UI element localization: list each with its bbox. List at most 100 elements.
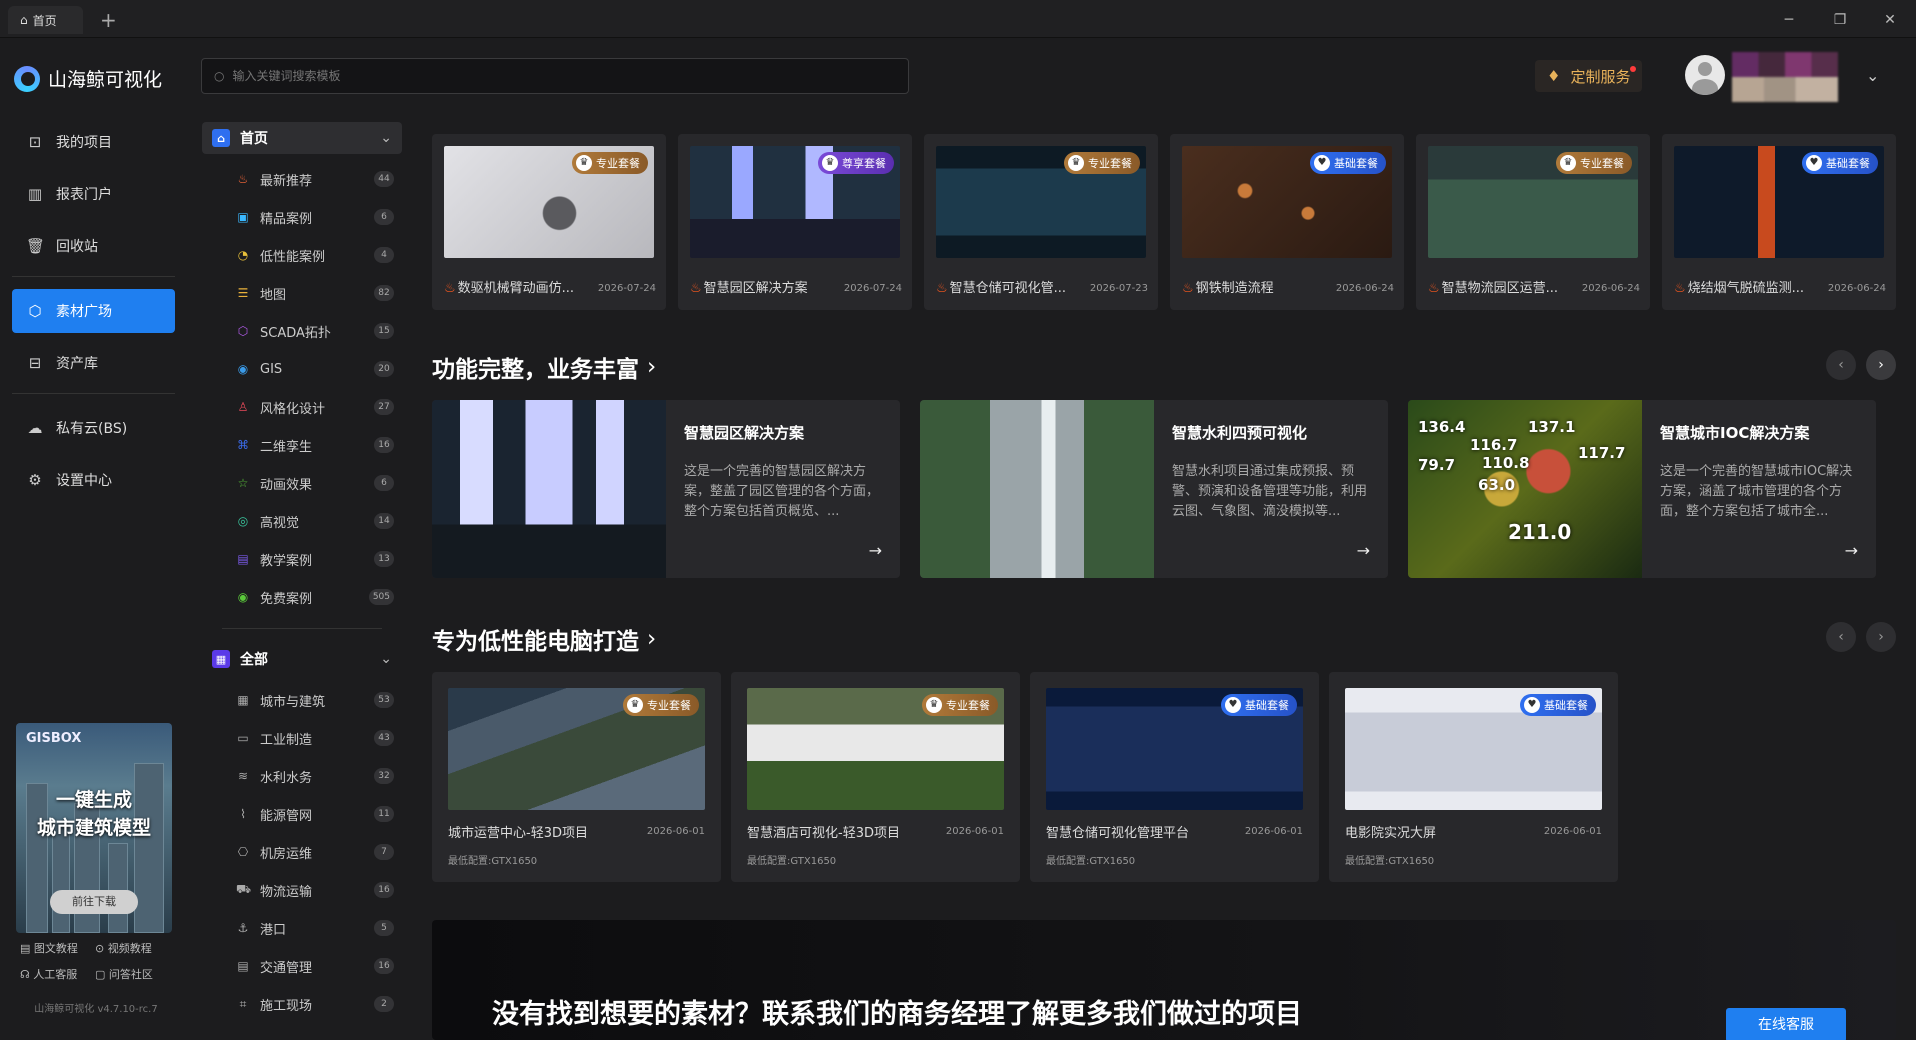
new-tab-button[interactable]: + — [100, 6, 117, 34]
low-perf-card[interactable]: ♛ 专业套餐 城市运营中心-轻3D项目 2026-06-01 最低配置:GTX1650 — [432, 672, 721, 882]
arrow-right-icon[interactable]: → — [869, 541, 882, 560]
help-community-link[interactable]: ▢ 问答社区 — [95, 966, 170, 982]
template-card[interactable]: ♛ 专业套餐 ♨ 智慧物流园区运营... 2026-06-24 — [1416, 134, 1650, 310]
avatar[interactable] — [1685, 55, 1725, 95]
nav-recycle-bin[interactable]: 🗑 回收站 — [12, 224, 175, 268]
trash-icon: 🗑 — [26, 237, 46, 255]
category-label: 最新推荐 — [260, 173, 313, 189]
ioc-value-label: 137.1 — [1528, 418, 1576, 436]
fire-icon: ♨ — [1182, 281, 1194, 296]
category-item[interactable]: ▣ 精品案例 6 — [202, 198, 402, 236]
category-home-list: ♨ 最新推荐 44 ▣ 精品案例 6 ◔ 低性能案例 4 ☰ 地图 82 ⬡ SCADA拓扑 15 ◉ GIS 2… — [202, 154, 402, 616]
template-title: ♨ 智慧物流园区运营... — [1428, 277, 1566, 296]
category-item[interactable]: ▦ 城市与建筑 53 — [202, 681, 402, 719]
category-item[interactable]: ☰ 地图 82 — [202, 274, 402, 312]
arrow-right-icon[interactable]: → — [1845, 541, 1858, 560]
nav-report-portal[interactable]: ▥ 报表门户 — [12, 172, 175, 216]
nav-asset-library[interactable]: ⊟ 资产库 — [12, 341, 175, 385]
category-item[interactable]: ⌗ 施工现场 2 — [202, 985, 402, 1023]
category-item[interactable]: ⛟ 物流运输 16 — [202, 871, 402, 909]
section-title-low-perf[interactable]: 专为低性能电脑打造 › — [432, 622, 656, 656]
search-box[interactable]: ○ — [201, 58, 909, 94]
ioc-value-label: 110.8 — [1482, 454, 1530, 472]
category-item[interactable]: ▭ 工业制造 43 — [202, 719, 402, 757]
help-support-link[interactable]: ☊ 人工客服 — [20, 966, 95, 982]
category-count: 15 — [374, 323, 394, 339]
restore-button[interactable]: ❐ — [1828, 8, 1852, 32]
low-perf-card[interactable]: ♥ 基础套餐 智慧仓储可视化管理平台 2026-06-01 最低配置:GTX1650 — [1030, 672, 1319, 882]
template-card[interactable]: ♛ 专业套餐 ♨ 数驱机械臂动画仿... 2026-07-24 — [432, 134, 666, 310]
category-icon: ⛟ — [236, 882, 252, 896]
category-item[interactable]: ▤ 教学案例 13 — [202, 540, 402, 578]
category-count: 13 — [374, 551, 394, 567]
arrow-right-icon[interactable]: → — [1357, 541, 1370, 560]
template-thumbnail: ♥ 基础套餐 — [1345, 688, 1602, 810]
category-item[interactable]: ⌇ 能源管网 11 — [202, 795, 402, 833]
category-item[interactable]: ⬡ SCADA拓扑 15 — [202, 312, 402, 350]
category-item[interactable]: ◎ 高视觉 14 — [202, 502, 402, 540]
online-service-button[interactable]: 在线客服 — [1726, 1008, 1846, 1040]
carousel-next-button[interactable]: › — [1866, 350, 1896, 380]
category-icon: ♙ — [237, 400, 249, 414]
category-count: 16 — [374, 882, 394, 898]
category-all-header[interactable]: ▦ 全部 ⌄ — [202, 643, 402, 675]
custom-service-button[interactable]: ♦ 定制服务 — [1535, 60, 1643, 92]
carousel-prev-button[interactable]: ‹ — [1826, 622, 1856, 652]
chevron-down-icon[interactable]: ⌄ — [1866, 66, 1879, 85]
template-card[interactable]: ♥ 基础套餐 ♨ 烧结烟气脱硫监测... 2026-06-24 — [1662, 134, 1896, 310]
nav-my-projects[interactable]: ⊡ 我的项目 — [12, 120, 175, 164]
tab-home[interactable]: ⌂ 首页 — [8, 6, 83, 34]
carousel-next-button[interactable]: › — [1866, 622, 1896, 652]
low-perf-card[interactable]: ♛ 专业套餐 智慧酒店可视化-轻3D项目 2026-06-01 最低配置:GTX1650 — [731, 672, 1020, 882]
help-video-link[interactable]: ⊙ 视频教程 — [95, 940, 170, 956]
plan-badge-label: 专业套餐 — [946, 699, 990, 712]
category-icon: ⚓ — [237, 921, 249, 935]
nav-label: 资产库 — [56, 356, 98, 372]
help-doc-link[interactable]: ▤ 图文教程 — [20, 940, 95, 956]
minimize-button[interactable]: ─ — [1777, 8, 1801, 32]
search-input[interactable] — [232, 69, 833, 83]
plan-badge-label: 基础套餐 — [1334, 157, 1378, 170]
category-count: 6 — [374, 475, 394, 491]
category-item[interactable]: ☆ 动画效果 6 — [202, 464, 402, 502]
category-item[interactable]: ▤ 交通管理 16 — [202, 947, 402, 985]
category-item[interactable]: ♙ 风格化设计 27 — [202, 388, 402, 426]
chevron-right-icon: › — [647, 354, 657, 380]
category-item[interactable]: ◉ GIS 20 — [202, 350, 402, 388]
low-perf-card[interactable]: ♥ 基础套餐 电影院实况大屏 2026-06-01 最低配置:GTX1650 — [1329, 672, 1618, 882]
template-card[interactable]: ♛ 尊享套餐 ♨ 智慧园区解决方案 2026-07-24 — [678, 134, 912, 310]
logo-icon — [14, 65, 40, 92]
template-card[interactable]: ♥ 基础套餐 ♨ 钢铁制造流程 2026-06-24 — [1170, 134, 1404, 310]
plan-badge: ♛ 专业套餐 — [922, 694, 998, 716]
nav-private-cloud[interactable]: ☁ 私有云(BS) — [12, 406, 175, 450]
gear-icon: ⚙ — [28, 471, 42, 489]
category-item[interactable]: ♨ 最新推荐 44 — [202, 160, 402, 198]
category-item[interactable]: ⚓ 港口 5 — [202, 909, 402, 947]
category-home-header[interactable]: ⌂ 首页 ⌄ — [202, 122, 402, 154]
app-logo[interactable]: 山海鲸可视化 — [14, 65, 162, 92]
nav-asset-square[interactable]: ⬡ 素材广场 — [12, 289, 175, 333]
nav-settings[interactable]: ⚙ 设置中心 — [12, 458, 175, 502]
plan-badge-label: 专业套餐 — [1580, 157, 1624, 170]
category-item[interactable]: ⌘ 二维孪生 16 — [202, 426, 402, 464]
category-item[interactable]: ◔ 低性能案例 4 — [202, 236, 402, 274]
promo-card[interactable]: GISBOX 一键生成 城市建筑模型 前往下载 — [16, 723, 172, 933]
carousel-prev-button[interactable]: ‹ — [1826, 350, 1856, 380]
category-count: 16 — [374, 437, 394, 453]
section-title-features[interactable]: 功能完整，业务丰富 › — [432, 350, 656, 384]
cube-icon: ⬡ — [28, 302, 42, 320]
feature-card[interactable]: 智慧园区解决方案 这是一个完善的智慧园区解决方案，整盖了园区管理的各个方面，整个方… — [432, 400, 900, 578]
feature-card[interactable]: 智慧水利四预可视化 智慧水利项目通过集成预报、预警、预演和设备管理等功能，利用云图… — [920, 400, 1388, 578]
promo-download-button[interactable]: 前往下载 — [50, 890, 138, 914]
template-card[interactable]: ♛ 专业套餐 ♨ 智慧仓储可视化管... 2026-07-23 — [924, 134, 1158, 310]
promo-title-line2: 城市建筑模型 — [36, 817, 151, 839]
close-button[interactable]: ✕ — [1878, 8, 1902, 32]
category-count: 16 — [374, 958, 394, 974]
version-label: 山海鲸可视化 v4.7.10-rc.7 — [34, 1004, 158, 1015]
template-thumbnail: ♛ 专业套餐 — [1428, 146, 1638, 258]
category-item[interactable]: ≋ 水利水务 32 — [202, 757, 402, 795]
category-item[interactable]: ⎔ 机房运维 7 — [202, 833, 402, 871]
template-date: 2026-06-24 — [1581, 283, 1640, 294]
category-item[interactable]: ◉ 免费案例 505 — [202, 578, 402, 616]
feature-card[interactable]: 136.4 137.1 116.7 79.7 110.8 117.7 63.0 211.0 智慧… — [1408, 400, 1876, 578]
